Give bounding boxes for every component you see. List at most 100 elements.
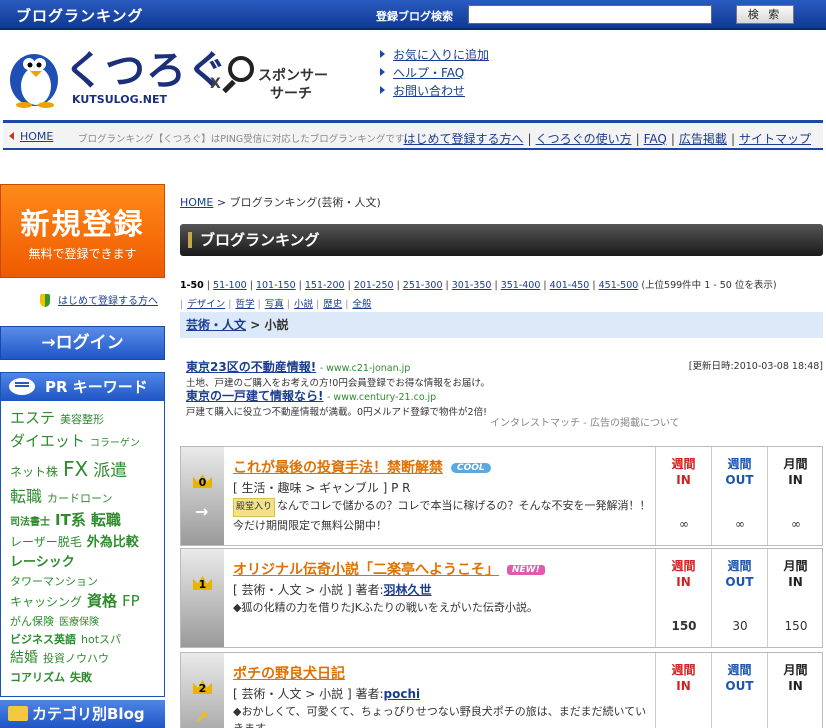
help-faq-link[interactable]: ヘルプ・FAQ [393, 66, 464, 80]
author-link[interactable]: 羽林久世 [384, 583, 432, 597]
page-link[interactable]: 451-500 [599, 280, 639, 291]
page-link[interactable]: 51-100 [213, 280, 247, 291]
login-button[interactable]: →ログイン [0, 326, 165, 360]
keyword-link[interactable]: 資格 [87, 592, 117, 610]
keyword-link[interactable]: IT系 [55, 511, 86, 529]
blog-search-input[interactable] [468, 5, 712, 24]
section-header: ブログランキング [180, 224, 823, 256]
keyword-link[interactable]: 投資ノウハウ [43, 652, 109, 665]
subcategory-link[interactable]: 全般 [352, 299, 371, 310]
keyword-link[interactable]: 失敗 [70, 671, 92, 684]
register-button[interactable]: 新規登録 無料で登録できます [0, 184, 165, 278]
category-current: 小説 [264, 318, 289, 332]
keyword-link[interactable]: エステ [10, 409, 55, 427]
speech-bubble-icon [9, 378, 35, 395]
keyword-link[interactable]: レーザー脱毛 [10, 535, 82, 549]
nav-ads-link[interactable]: 広告掲載 [679, 132, 727, 146]
site-description: ブログランキング【くつろぐ】はPING受信に対応したブログランキングです。 [78, 134, 413, 145]
category-blog-header[interactable]: カテゴリ別Blog [0, 700, 165, 728]
ad-description: 戸建て購入に役立つ不動産情報が満載。0円メルアド登録で物件が2倍! [186, 407, 487, 418]
entry-stats: 週間 IN 150 週間 OUT 30 月間 IN 150 [655, 549, 823, 647]
ranking-entry: 1 オリジナル伝奇小説「二楽亭へようこそ」 NEW! [ 芸術・人文 > 小説 ]… [180, 548, 823, 648]
subcategory-link[interactable]: 歴史 [323, 299, 342, 310]
page-link[interactable]: 301-350 [452, 280, 492, 291]
keyword-link[interactable]: hotスパ [81, 633, 121, 646]
keyword-link[interactable]: カードローン [47, 492, 112, 505]
ad-item: 東京23区の不動産情報! - www.c21-jonan.jp 土地、戸建のご購… [186, 358, 490, 389]
ad-title-link[interactable]: 東京の一戸建て情報なら! [186, 389, 323, 403]
arrow-right-icon: → [195, 502, 209, 521]
keyword-link[interactable]: FX [63, 457, 88, 481]
sponsor-x: X [210, 76, 221, 92]
keyword-link[interactable]: 美容整形 [60, 413, 104, 426]
pagination: 1-50 | 51-100 | 101-150 | 151-200 | 201-… [180, 280, 777, 291]
keyword-link[interactable]: コラーゲン [90, 438, 140, 449]
keyword-link[interactable]: レーシック [10, 555, 75, 570]
page-link[interactable]: 151-200 [305, 280, 345, 291]
contact-link[interactable]: お問い合わせ [393, 84, 465, 98]
logo-text[interactable]: くつろぐ [64, 38, 228, 96]
subcategory-link[interactable]: デザイン [187, 299, 225, 310]
magnifier-icon [228, 56, 254, 82]
keyword-link[interactable]: キャッシング [10, 595, 82, 609]
keyword-link[interactable]: ビジネス英語 [10, 633, 76, 646]
keyword-link[interactable]: 外為比較 [87, 535, 139, 550]
subcategory-link[interactable]: 小説 [294, 299, 313, 310]
page-link[interactable]: 201-250 [354, 280, 394, 291]
keyword-link[interactable]: 転職 [10, 487, 42, 506]
header-links: お気に入りに追加 ヘルプ・FAQ お問い合わせ [380, 46, 489, 100]
beginner-link[interactable]: はじめて登録する方へ [58, 296, 158, 307]
nav-first-time-link[interactable]: はじめて登録する方へ [404, 132, 524, 146]
entry-title-link[interactable]: ポチの野良犬日記 [233, 666, 345, 682]
entry-stats: 週間 IN ∞ 週間 OUT ∞ 月間 IN ∞ [655, 447, 823, 545]
entry-description: なんでコレで儲かるの？コレで本当に稼げるの？そんな不安を一発解消！！今だけ期間限… [233, 499, 651, 532]
penguin-logo-icon[interactable] [4, 44, 68, 108]
nav-bar: HOME ブログランキング【くつろぐ】はPING受信に対応したブログランキングで… [3, 120, 823, 150]
monthly-in-value: ∞ [791, 517, 801, 531]
page-link[interactable]: 351-400 [501, 280, 541, 291]
keyword-link[interactable]: ネット株 [10, 465, 58, 479]
category-parent-link[interactable]: 芸術・人文 [186, 318, 246, 332]
keyword-link[interactable]: 転職 [91, 511, 121, 529]
sponsor-search-logo[interactable]: スポンサー サーチ [222, 50, 332, 110]
keyword-link[interactable]: 結婚 [10, 650, 38, 666]
keyword-link[interactable]: FP [122, 592, 140, 610]
home-link[interactable]: HOME [20, 130, 53, 143]
category-blog-title: カテゴリ別Blog [32, 705, 145, 723]
beginner-leaf-icon [40, 294, 50, 307]
keyword-link[interactable]: 医療保険 [59, 617, 99, 628]
keyword-link[interactable]: 派遣 [93, 461, 127, 481]
entry-title-link[interactable]: オリジナル伝奇小説「二楽亭へようこそ」 [233, 562, 499, 578]
page-link[interactable]: 101-150 [256, 280, 296, 291]
keyword-link[interactable]: コアリズム [10, 671, 65, 684]
ad-note[interactable]: インタレストマッチ - 広告の掲載について [490, 414, 680, 429]
nav-sitemap-link[interactable]: サイトマップ [739, 132, 811, 146]
nav-faq-link[interactable]: FAQ [644, 132, 667, 146]
subcategory-link[interactable]: 哲学 [235, 299, 254, 310]
page-link[interactable]: 401-450 [550, 280, 590, 291]
ad-title-link[interactable]: 東京23区の不動産情報! [186, 360, 316, 374]
keyword-link[interactable]: タワーマンション [10, 575, 98, 588]
category-path: 芸術・人文 > 小説 [180, 312, 823, 338]
triangle-icon [380, 50, 385, 58]
author-link[interactable]: pochi [384, 687, 421, 701]
entry-category: [ 芸術・人文 > 小説 ] 著者: [233, 687, 384, 701]
register-title: 新規登録 [20, 207, 145, 241]
entry-title-link[interactable]: これが最後の投資手法！禁断解禁 [233, 460, 443, 476]
page-link[interactable]: 251-300 [403, 280, 443, 291]
brand-title[interactable]: ブログランキング [16, 5, 144, 26]
breadcrumb-home[interactable]: HOME [180, 196, 213, 209]
search-button[interactable]: 検 索 [736, 5, 794, 24]
keyword-link[interactable]: 司法書士 [10, 517, 50, 528]
add-favorite-link[interactable]: お気に入りに追加 [393, 48, 489, 62]
nav-howto-link[interactable]: くつろぐの使い方 [536, 132, 632, 146]
register-subtitle: 無料で登録できます [28, 247, 137, 261]
breadcrumb-separator: > [216, 196, 227, 209]
subcategory-link[interactable]: 写真 [265, 299, 284, 310]
keyword-link[interactable]: ダイエット [10, 432, 85, 450]
keyword-link[interactable]: がん保険 [10, 615, 54, 628]
ad-url: - www.c21-jonan.jp [319, 363, 411, 374]
category-separator: > [250, 318, 261, 332]
arrow-up-right-icon: ↗ [195, 708, 209, 727]
pr-keyword-box: PR キーワード エステ 美容整形ダイエット コラーゲンネット株 FX 派遣転職 カードロ… [0, 372, 165, 697]
